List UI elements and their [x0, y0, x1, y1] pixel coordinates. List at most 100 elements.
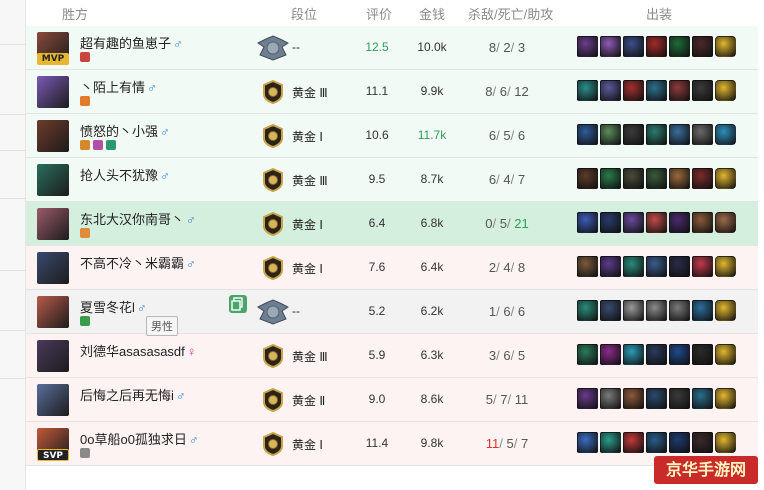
item-icon[interactable]: [646, 344, 667, 365]
item-icon[interactable]: [646, 80, 667, 101]
trinket-item-icon[interactable]: [715, 388, 736, 409]
player-name[interactable]: 后悔之后再无悔i ♂: [80, 385, 186, 404]
player-name[interactable]: 刘德华asasasasdf ♀: [80, 341, 197, 360]
player-name[interactable]: 超有趣的鱼崽子 ♂: [80, 33, 183, 52]
trinket-item-icon[interactable]: [715, 300, 736, 321]
player-name[interactable]: 夏雪冬花l ♂: [80, 297, 147, 316]
champion-avatar[interactable]: [37, 340, 69, 372]
item-icon[interactable]: [646, 256, 667, 277]
player-name-text[interactable]: 抢人头不犹豫: [80, 168, 158, 183]
trinket-item-icon[interactable]: [715, 432, 736, 453]
champion-avatar[interactable]: [37, 296, 69, 328]
champion-avatar[interactable]: [37, 76, 69, 108]
item-icon[interactable]: [600, 36, 621, 57]
player-name-text[interactable]: 东北大汉你南哥丶: [80, 212, 184, 227]
item-icon[interactable]: [669, 388, 690, 409]
item-icon[interactable]: [600, 212, 621, 233]
champion-avatar[interactable]: [37, 164, 69, 196]
item-icon[interactable]: [692, 80, 713, 101]
item-icon[interactable]: [623, 212, 644, 233]
player-row[interactable]: 抢人头不犹豫 ♂ 黄金 Ⅲ 9.5 8.7k 6/ 4/ 7: [26, 158, 758, 202]
trinket-item-icon[interactable]: [715, 80, 736, 101]
item-icon[interactable]: [577, 124, 598, 145]
item-icon[interactable]: [600, 344, 621, 365]
item-icon[interactable]: [692, 344, 713, 365]
item-icon[interactable]: [577, 300, 598, 321]
item-icon[interactable]: [669, 124, 690, 145]
item-icon[interactable]: [692, 300, 713, 321]
player-row[interactable]: 东北大汉你南哥丶 ♂ 黄金 Ⅰ 6.4 6.8k 0/ 5/ 21: [26, 202, 758, 246]
item-icon[interactable]: [646, 212, 667, 233]
item-icon[interactable]: [600, 168, 621, 189]
item-icon[interactable]: [577, 256, 598, 277]
item-icon[interactable]: [692, 388, 713, 409]
item-icon[interactable]: [577, 168, 598, 189]
item-icon[interactable]: [623, 168, 644, 189]
item-icon[interactable]: [692, 212, 713, 233]
player-name-text[interactable]: 后悔之后再无悔i: [80, 388, 174, 403]
item-icon[interactable]: [600, 432, 621, 453]
item-icon[interactable]: [623, 124, 644, 145]
player-name[interactable]: 丶陌上有情 ♂: [80, 77, 157, 96]
player-row[interactable]: 丶陌上有情 ♂ 黄金 Ⅲ 11.1 9.9k 8/ 6/ 12: [26, 70, 758, 114]
trinket-item-icon[interactable]: [715, 36, 736, 57]
item-icon[interactable]: [577, 432, 598, 453]
item-icon[interactable]: [600, 124, 621, 145]
item-icon[interactable]: [577, 388, 598, 409]
player-name-text[interactable]: 超有趣的鱼崽子: [80, 36, 171, 51]
player-name[interactable]: 0o草船o0孤独求日 ♂: [80, 429, 199, 448]
player-row[interactable]: MVP 超有趣的鱼崽子 ♂ -- 12.5 10.0k 8/ 2/ 3: [26, 26, 758, 70]
item-icon[interactable]: [577, 80, 598, 101]
item-icon[interactable]: [692, 432, 713, 453]
item-icon[interactable]: [646, 36, 667, 57]
item-icon[interactable]: [623, 80, 644, 101]
trinket-item-icon[interactable]: [715, 168, 736, 189]
copy-name-button[interactable]: [229, 295, 247, 313]
item-icon[interactable]: [600, 80, 621, 101]
item-icon[interactable]: [600, 300, 621, 321]
item-icon[interactable]: [669, 432, 690, 453]
item-icon[interactable]: [600, 256, 621, 277]
item-icon[interactable]: [692, 256, 713, 277]
item-icon[interactable]: [669, 212, 690, 233]
item-icon[interactable]: [646, 432, 667, 453]
item-icon[interactable]: [577, 344, 598, 365]
player-row[interactable]: 夏雪冬花l ♂ -- 5.2 6.2k 1/ 6/ 6 男性: [26, 290, 758, 336]
item-icon[interactable]: [623, 344, 644, 365]
trinket-item-icon[interactable]: [715, 124, 736, 145]
item-icon[interactable]: [669, 344, 690, 365]
item-icon[interactable]: [692, 168, 713, 189]
item-icon[interactable]: [669, 168, 690, 189]
player-row[interactable]: 刘德华asasasasdf ♀ 黄金 Ⅲ 5.9 6.3k 3/ 6/ 5: [26, 334, 758, 378]
player-name[interactable]: 抢人头不犹豫 ♂: [80, 165, 170, 184]
player-row[interactable]: 愤怒的丶小强 ♂ 黄金 Ⅰ 10.6 11.7k 6/ 5/ 6: [26, 114, 758, 158]
player-name-text[interactable]: 0o草船o0孤独求日: [80, 432, 187, 447]
item-icon[interactable]: [646, 300, 667, 321]
player-name-text[interactable]: 刘德华asasasasdf: [80, 344, 185, 359]
item-icon[interactable]: [623, 432, 644, 453]
item-icon[interactable]: [692, 124, 713, 145]
player-row[interactable]: 后悔之后再无悔i ♂ 黄金 Ⅱ 9.0 8.6k 5/ 7/ 11: [26, 378, 758, 422]
item-icon[interactable]: [669, 256, 690, 277]
champion-avatar[interactable]: [37, 384, 69, 416]
champion-avatar[interactable]: [37, 208, 69, 240]
player-name[interactable]: 愤怒的丶小强 ♂: [80, 121, 170, 140]
item-icon[interactable]: [623, 388, 644, 409]
item-icon[interactable]: [669, 36, 690, 57]
player-name[interactable]: 东北大汉你南哥丶 ♂: [80, 209, 196, 228]
item-icon[interactable]: [646, 124, 667, 145]
champion-avatar[interactable]: [37, 252, 69, 284]
item-icon[interactable]: [600, 388, 621, 409]
item-icon[interactable]: [646, 388, 667, 409]
player-name-text[interactable]: 丶陌上有情: [80, 80, 145, 95]
item-icon[interactable]: [692, 36, 713, 57]
trinket-item-icon[interactable]: [715, 256, 736, 277]
player-name-text[interactable]: 夏雪冬花l: [80, 300, 135, 315]
item-icon[interactable]: [577, 36, 598, 57]
trinket-item-icon[interactable]: [715, 344, 736, 365]
champion-avatar[interactable]: [37, 120, 69, 152]
player-name[interactable]: 不高不冷丶米霸霸 ♂: [80, 253, 196, 272]
trinket-item-icon[interactable]: [715, 212, 736, 233]
item-icon[interactable]: [623, 256, 644, 277]
player-row[interactable]: 不高不冷丶米霸霸 ♂ 黄金 Ⅰ 7.6 6.4k 2/ 4/ 8: [26, 246, 758, 290]
